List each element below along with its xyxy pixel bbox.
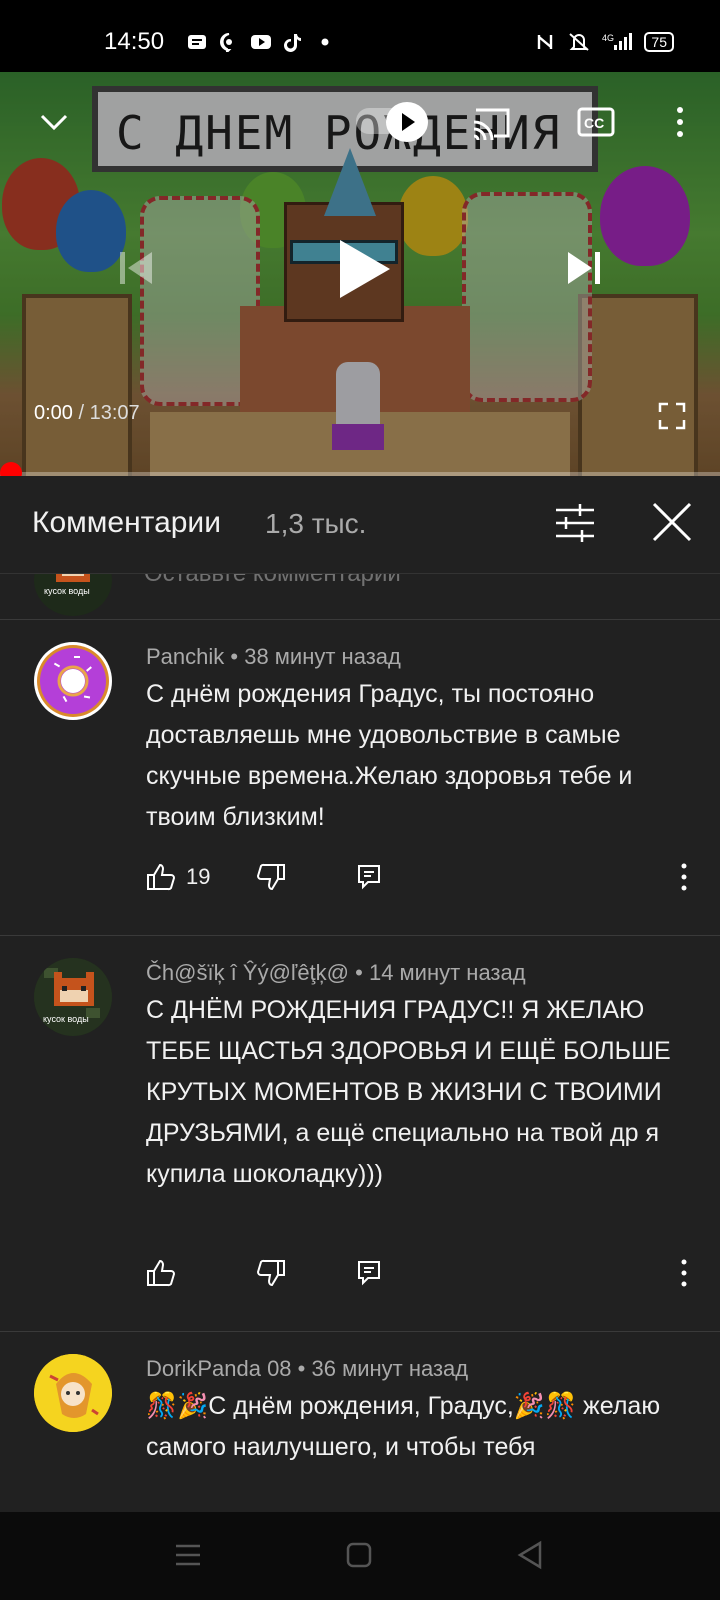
comment-item: кусок воды Čh@šïķ î Ŷý@ľêţķ@ • 14 минут … — [0, 936, 720, 1332]
comment-text: 🎊🎉С днём рождения, Градус,🎉🎊 желаю самог… — [146, 1392, 661, 1461]
current-time: 0:00 — [34, 402, 73, 424]
avatar-caption: кусок воды — [44, 586, 90, 596]
like-button[interactable] — [146, 1256, 186, 1290]
previous-comment-row: кусок воды Оставьте комментарий — [0, 574, 720, 620]
reply-icon — [358, 865, 380, 890]
comment-more-icon[interactable] — [674, 1256, 694, 1290]
avatar-caption: кусок воды — [43, 1014, 89, 1024]
reply-button[interactable] — [356, 860, 382, 894]
like-count: 19 — [186, 864, 211, 889]
comment-author[interactable]: Panchik — [146, 644, 224, 669]
comment-text: С днём рождения Градус, ты постояно дост… — [146, 680, 633, 831]
svg-text:4G: 4G — [602, 33, 614, 43]
home-icon[interactable] — [346, 1542, 372, 1568]
comment-actions: 19 — [146, 860, 694, 894]
comment-time: 14 минут назад — [368, 960, 526, 985]
comment-time: 38 минут назад — [244, 644, 401, 669]
previous-icon[interactable] — [116, 248, 156, 288]
comment-author[interactable]: DorikPanda 08 — [146, 1356, 292, 1381]
play-icon[interactable] — [334, 236, 394, 302]
status-time: 14:50 — [104, 28, 165, 55]
comment-time: 36 минут назад — [311, 1356, 469, 1381]
comments-list[interactable]: кусок воды Оставьте комментарий Panchik … — [0, 574, 720, 1512]
status-icons-right: 4G 75 — [534, 32, 674, 52]
youtube-icon — [251, 35, 271, 49]
donut-icon — [37, 645, 109, 717]
fox-icon — [34, 958, 112, 1036]
fullscreen-icon[interactable] — [658, 402, 686, 430]
autoplay-play-icon[interactable] — [386, 102, 428, 142]
comment-input-placeholder[interactable]: Оставьте комментарий — [144, 574, 401, 588]
mute-icon — [569, 33, 590, 51]
avatar[interactable] — [34, 1354, 112, 1432]
avatar: кусок воды — [34, 574, 112, 616]
minimize-chevron-icon[interactable] — [36, 108, 72, 136]
close-icon[interactable] — [650, 500, 694, 544]
viber-icon — [220, 33, 232, 52]
signal-4g-icon: 4G — [602, 33, 633, 50]
comments-count: 1,3 тыс. — [265, 508, 367, 539]
message-icon — [188, 35, 206, 49]
thumbs-up-icon — [147, 863, 176, 891]
avatar[interactable]: кусок воды — [34, 958, 112, 1036]
status-icons-left — [186, 32, 336, 52]
meta-separator: • — [291, 1356, 312, 1381]
meta-separator: • — [224, 644, 245, 669]
duration: 13:07 — [89, 402, 140, 424]
meta-separator: • — [349, 960, 369, 985]
like-button[interactable]: 19 — [146, 860, 210, 894]
comment-item: Panchik • 38 минут назад С днём рождения… — [0, 620, 720, 936]
comment-meta: DorikPanda 08 • 36 минут назад — [146, 1356, 468, 1382]
video-player[interactable]: С ДНЕМ РОЖДЕНИЯ CC 0:00 / 13:07 — [0, 72, 720, 476]
thumbs-down-icon — [256, 863, 285, 891]
menu-icon[interactable] — [174, 1542, 202, 1568]
dot-icon — [321, 38, 329, 46]
comments-header: Комментарии 1,3 тыс. — [0, 476, 720, 574]
dislike-button[interactable] — [256, 860, 286, 894]
sort-filter-icon[interactable] — [554, 502, 596, 544]
battery-icon: 75 — [644, 32, 674, 52]
svg-text:CC: CC — [584, 115, 604, 131]
dislike-button[interactable] — [256, 1256, 286, 1290]
cast-icon[interactable] — [470, 102, 514, 142]
time-separator: / — [72, 402, 90, 424]
thumbs-up-icon — [147, 1259, 176, 1287]
nfc-icon — [538, 35, 553, 49]
back-icon[interactable] — [516, 1540, 544, 1570]
comment-more-icon[interactable] — [674, 860, 694, 894]
comment-meta: Panchik • 38 минут назад — [146, 644, 401, 670]
comment-meta: Čh@šïķ î Ŷý@ľêţķ@ • 14 минут назад — [146, 960, 526, 986]
time-label: 0:00 / 13:07 — [34, 402, 140, 425]
reply-icon — [358, 1261, 380, 1286]
comment-author[interactable]: Čh@šïķ î Ŷý@ľêţķ@ — [146, 960, 349, 985]
captions-icon[interactable]: CC — [576, 104, 616, 140]
comment-item: DorikPanda 08 • 36 минут назад 🎊🎉С днём … — [0, 1332, 720, 1512]
reply-button[interactable] — [356, 1256, 382, 1290]
next-icon[interactable] — [564, 248, 604, 288]
comment-actions — [146, 1256, 694, 1290]
anime-character-icon — [34, 1354, 112, 1432]
comment-text: С ДНЁМ РОЖДЕНИЯ ГРАДУС!! Я ЖЕЛАЮ ТЕБЕ ЩА… — [146, 996, 671, 1188]
system-nav-bar — [0, 1512, 720, 1600]
thumbs-down-icon — [256, 1259, 285, 1287]
comments-title: Комментарии — [32, 506, 221, 539]
avatar[interactable] — [34, 642, 112, 720]
status-bar: 14:50 4G 75 — [0, 0, 720, 72]
more-options-icon[interactable] — [668, 102, 692, 142]
tiktok-icon — [284, 34, 301, 52]
